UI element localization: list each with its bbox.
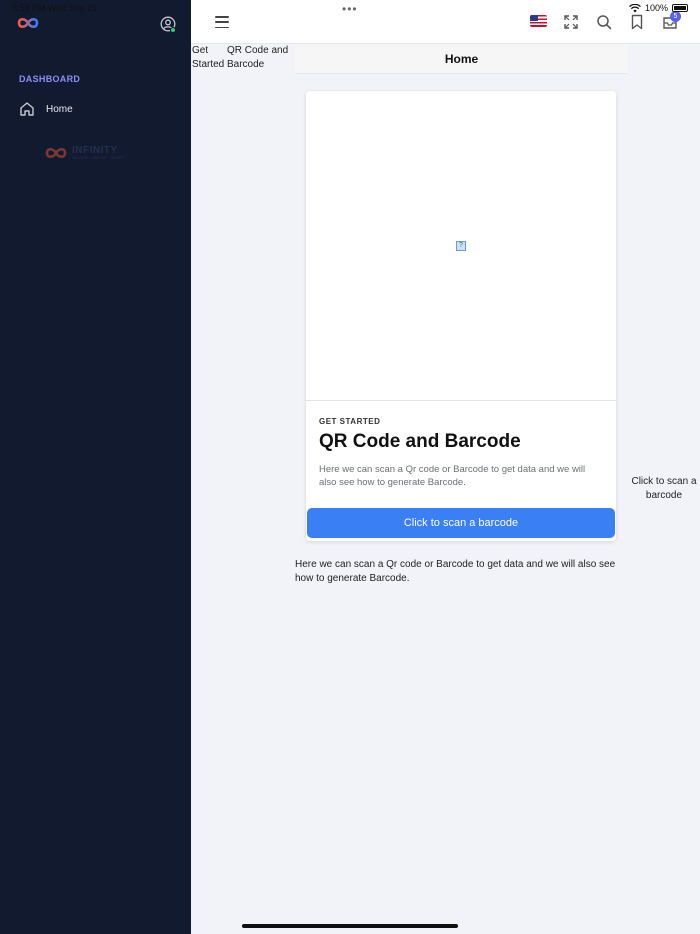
status-indicators: 100%	[629, 3, 688, 13]
breadcrumb-get-started[interactable]: Get Started	[192, 44, 226, 72]
top-header: 5	[191, 0, 700, 44]
fullscreen-icon[interactable]	[563, 14, 579, 30]
page-title-bar: Home	[295, 44, 628, 74]
wifi-icon	[629, 3, 641, 12]
bookmark-icon[interactable]	[629, 14, 645, 30]
multitask-dots[interactable]: •••	[342, 2, 358, 16]
sidebar: DASHBOARD Home INFINITY SECURE · SIMPLE …	[0, 0, 191, 934]
status-time: 8:58 PM Wed Sep 21	[12, 3, 98, 13]
battery-percent: 100%	[644, 3, 668, 13]
home-indicator[interactable]	[242, 924, 458, 928]
infinity-watermark-icon	[45, 147, 67, 159]
sidebar-item-label: Home	[46, 103, 73, 115]
sidebar-section-dashboard: DASHBOARD	[19, 74, 81, 84]
online-status-indicator	[170, 27, 176, 33]
card-title: QR Code and Barcode	[319, 431, 521, 452]
page-description: Here we can scan a Qr code or Barcode to…	[295, 559, 616, 584]
card-eyebrow: GET STARTED	[319, 417, 381, 426]
search-icon[interactable]	[596, 14, 612, 30]
breadcrumb-qr-code[interactable]: QR Code and Barcode	[227, 44, 293, 72]
scan-barcode-button-label: Click to scan a barcode	[403, 517, 519, 529]
qr-card: ? GET STARTED QR Code and Barcode Here w…	[306, 91, 616, 541]
hamburger-menu-icon[interactable]	[215, 16, 229, 28]
scan-barcode-link[interactable]: Click to scan a barcode	[628, 475, 700, 503]
broken-image-icon: ?	[456, 241, 466, 251]
card-image: ?	[306, 91, 616, 401]
scan-barcode-button[interactable]: Click to scan a barcode	[307, 508, 615, 538]
infinity-logo-icon[interactable]	[16, 15, 40, 31]
sidebar-item-home[interactable]: Home	[18, 98, 178, 120]
battery-icon	[672, 4, 688, 12]
brand-watermark: INFINITY SECURE · SIMPLE · SMART	[42, 145, 124, 161]
watermark-subtext: SECURE · SIMPLE · SMART	[72, 155, 125, 160]
us-flag-icon[interactable]	[530, 15, 547, 27]
card-description: Here we can scan a Qr code or Barcode to…	[319, 464, 586, 488]
home-icon	[20, 102, 34, 116]
page-title: Home	[444, 51, 479, 66]
